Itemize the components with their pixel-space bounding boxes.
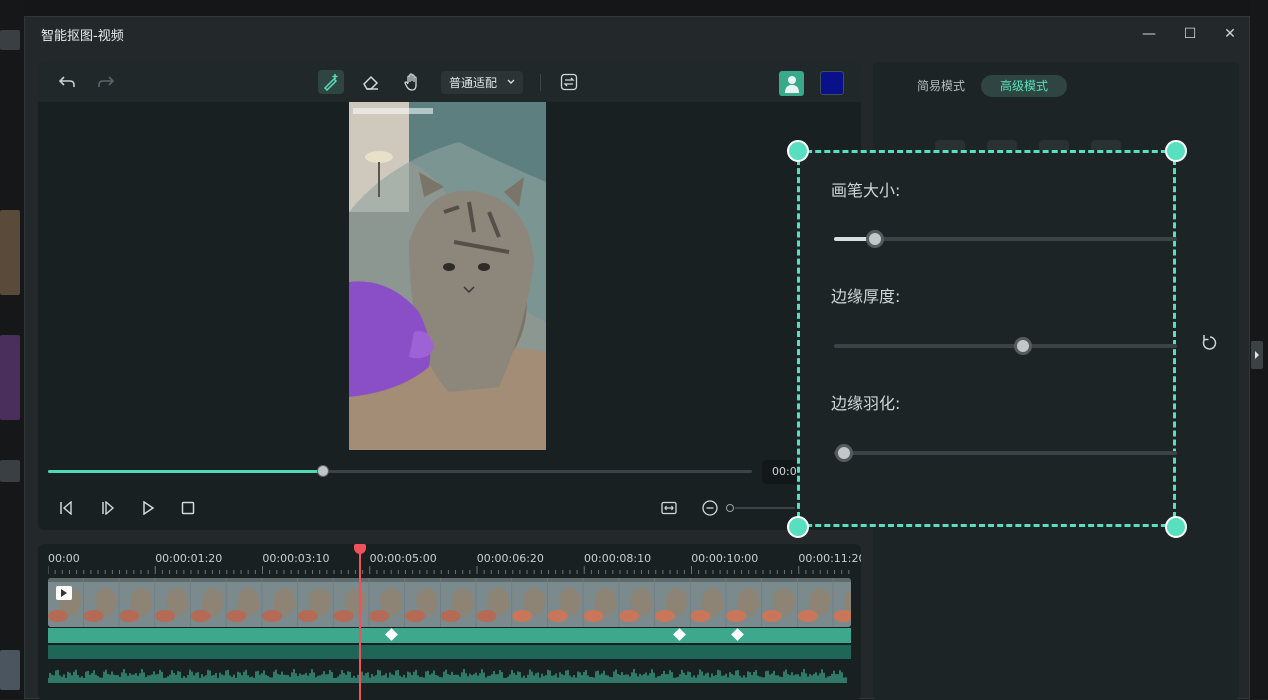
brush-settings-highlight: 画笔大小: 边缘厚度: 边缘羽化: xyxy=(797,150,1177,527)
mask-color-swatch[interactable] xyxy=(820,71,844,95)
edge-feather-slider[interactable] xyxy=(834,444,1177,462)
ruler-label: 00:00:08:10 xyxy=(584,552,652,565)
ruler-label: 00:00:06:20 xyxy=(476,552,544,565)
fit-mode-value: 普通适配 xyxy=(449,76,498,90)
toolbar-divider xyxy=(540,74,541,91)
ruler-ticks xyxy=(48,566,850,574)
ruler-label: 00:00:03:10 xyxy=(262,552,330,565)
background-thumb xyxy=(0,460,20,482)
ruler-label: 00:00 xyxy=(48,552,80,565)
background-app-top xyxy=(24,0,1250,16)
minimize-icon[interactable]: — xyxy=(1138,23,1160,45)
reset-icon[interactable] xyxy=(1201,334,1219,352)
background-thumb xyxy=(0,650,20,690)
stop-icon[interactable] xyxy=(176,497,200,519)
ruler-label: 00:00:05:00 xyxy=(369,552,437,565)
fit-width-icon[interactable] xyxy=(657,497,681,519)
maximize-icon[interactable]: ☐ xyxy=(1179,23,1201,45)
redo-icon[interactable] xyxy=(93,70,119,94)
undo-icon[interactable] xyxy=(54,70,80,94)
seek-progress xyxy=(48,470,323,473)
audio-waveform xyxy=(48,669,847,683)
resize-handle-bottom-right[interactable] xyxy=(1165,516,1187,538)
next-frame-icon[interactable] xyxy=(96,497,120,519)
swap-icon[interactable] xyxy=(556,70,582,94)
prev-frame-icon[interactable] xyxy=(54,497,78,519)
timeline-panel: 00:00 00:00:01:20 00:00:03:10 00:00:05:00 00… xyxy=(38,544,861,700)
brush-size-label: 画笔大小: xyxy=(831,181,901,200)
brush-size-slider[interactable] xyxy=(834,230,1177,248)
fit-mode-select[interactable]: 普通适配 xyxy=(441,71,523,94)
video-frame xyxy=(349,102,546,450)
resize-handle-bottom-left[interactable] xyxy=(787,516,809,538)
playhead[interactable] xyxy=(359,544,361,700)
zoom-slider-track[interactable] xyxy=(735,507,795,509)
background-thumb xyxy=(0,335,20,420)
play-icon[interactable] xyxy=(136,497,160,519)
mask-track-secondary xyxy=(48,645,851,659)
resize-handle-top-left[interactable] xyxy=(787,140,809,162)
zoom-out-icon[interactable] xyxy=(698,497,722,519)
background-thumb xyxy=(0,210,20,295)
clip-play-icon xyxy=(56,586,72,600)
preview-toolbar: 普通适配 xyxy=(38,62,861,102)
edge-thickness-label: 边缘厚度: xyxy=(831,287,901,306)
zoom-slider-knob[interactable] xyxy=(726,504,734,512)
seek-slider[interactable] xyxy=(48,465,752,477)
tab-advanced-mode[interactable]: 高级模式 xyxy=(981,75,1068,97)
video-clip[interactable] xyxy=(48,578,851,627)
edge-feather-label: 边缘羽化: xyxy=(831,394,901,413)
ruler-label: 00:00:01:20 xyxy=(155,552,223,565)
collapse-arrow-icon[interactable] xyxy=(1251,341,1263,369)
window-title: 智能抠图-视频 xyxy=(41,29,124,44)
close-icon[interactable]: ✕ xyxy=(1219,23,1241,45)
ruler-label: 00:00:11:20 xyxy=(798,552,861,565)
tab-simple-mode[interactable]: 简易模式 xyxy=(898,75,984,97)
mask-keyframe-track[interactable] xyxy=(48,628,851,643)
person-icon[interactable] xyxy=(779,71,804,96)
eraser-icon[interactable] xyxy=(358,70,384,94)
playhead-handle[interactable] xyxy=(354,544,366,554)
edge-thickness-slider[interactable] xyxy=(834,337,1177,355)
edge-thickness-knob[interactable] xyxy=(1013,337,1032,355)
brush-add-icon[interactable] xyxy=(318,70,344,94)
background-app-left xyxy=(0,0,24,699)
seek-knob[interactable] xyxy=(316,465,329,477)
ruler-label: 00:00:10:00 xyxy=(691,552,759,565)
edge-feather-knob[interactable] xyxy=(835,444,854,462)
chevron-down-icon xyxy=(507,79,515,84)
title-bar: 智能抠图-视频 — ☐ ✕ xyxy=(25,17,1249,51)
background-thumb xyxy=(0,30,20,50)
brush-size-knob[interactable] xyxy=(866,230,885,248)
resize-handle-top-right[interactable] xyxy=(1165,140,1187,162)
hand-icon[interactable] xyxy=(399,70,425,94)
preview-panel: 普通适配 00:0 xyxy=(38,62,861,530)
